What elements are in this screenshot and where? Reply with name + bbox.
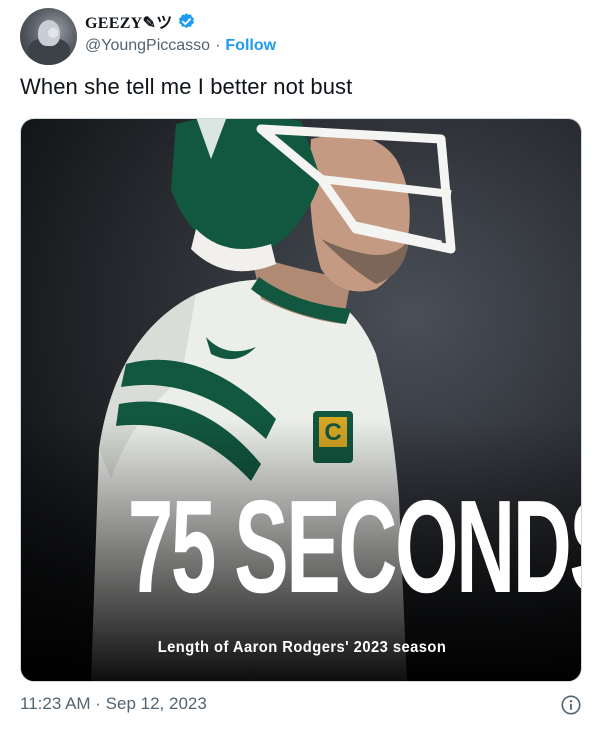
author-info: GEEZY✎ツ @YoungPiccasso · Follow [85,10,276,57]
display-name-row: GEEZY✎ツ [85,10,276,32]
verified-badge-icon [177,12,196,31]
tweet-media-image[interactable]: C 75 SECONDS Length of Aaron Rodgers' 20… [20,118,582,682]
media-caption: Length of Aaron Rodgers' 2023 season [157,639,447,656]
tweet-text: When she tell me I better not bust [20,74,353,99]
author-handle[interactable]: @YoungPiccasso [85,37,210,55]
display-name[interactable]: GEEZY✎ツ [85,9,173,33]
info-icon[interactable] [560,694,582,716]
tweet-footer: 11:23 AM · Sep 12, 2023 [20,694,582,718]
separator-dot: · [215,37,221,54]
tweet-timestamp[interactable]: 11:23 AM · Sep 12, 2023 [20,694,207,713]
media-headline: 75 SECONDS [127,473,582,620]
handle-row: @YoungPiccasso · Follow [85,35,276,57]
follow-button[interactable]: Follow [225,37,276,55]
avatar[interactable] [20,8,77,65]
tweet-header: GEEZY✎ツ @YoungPiccasso · Follow [20,8,580,65]
